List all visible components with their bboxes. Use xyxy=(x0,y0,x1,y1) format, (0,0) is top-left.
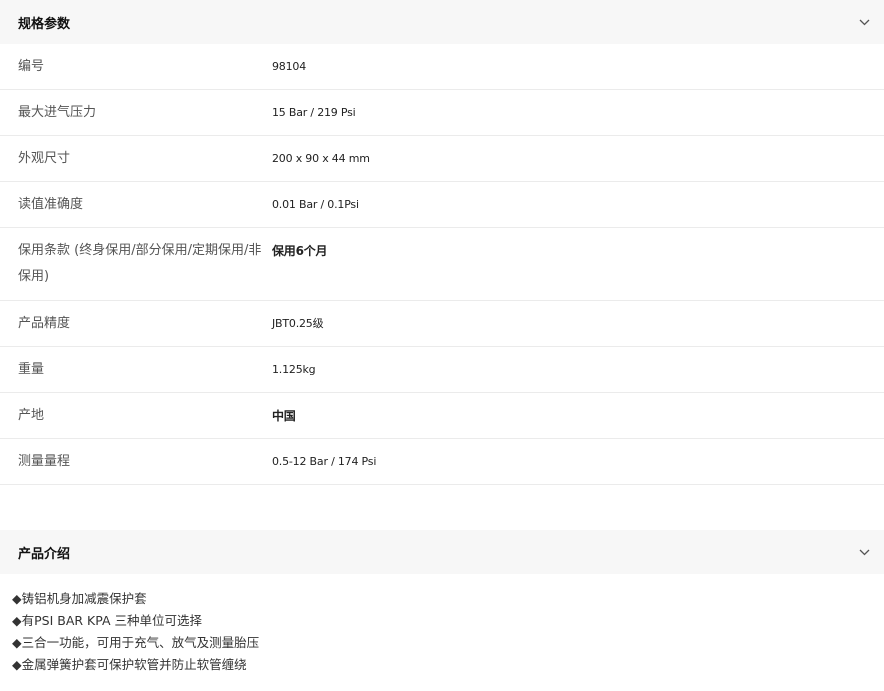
spec-value: 0.01 Bar / 0.1Psi xyxy=(272,197,359,211)
spec-value: 中国 xyxy=(272,408,296,423)
intro-list: ◆铸铝机身加减震保护套 ◆有PSI BAR KPA 三种单位可选择 ◆三合一功能… xyxy=(0,574,884,676)
spec-label: 测量量程 xyxy=(18,453,71,469)
spec-label: 产地 xyxy=(18,407,45,423)
spec-value: 0.5-12 Bar / 174 Psi xyxy=(272,454,377,468)
intro-item: ◆三合一功能，可用于充气、放气及测量胎压 xyxy=(12,635,260,650)
spec-row-max-pressure: 最大进气压力 15 Bar / 219 Psi xyxy=(0,90,884,136)
intro-section-title: 产品介绍 xyxy=(18,546,71,562)
spec-value: 1.125kg xyxy=(272,362,316,376)
intro-item: ◆有PSI BAR KPA 三种单位可选择 xyxy=(12,613,202,628)
spec-row-id: 编号 98104 xyxy=(0,44,884,90)
spec-table: 编号 98104 最大进气压力 15 Bar / 219 Psi 外观尺寸 20… xyxy=(0,44,884,485)
spec-row-dimensions: 外观尺寸 200 x 90 x 44 mm xyxy=(0,136,884,182)
intro-section-header[interactable]: 产品介绍 xyxy=(0,530,884,574)
chevron-down-icon[interactable] xyxy=(858,546,870,558)
spec-row-precision: 产品精度 JBT0.25级 xyxy=(0,301,884,347)
spec-value: 保用6个月 xyxy=(272,244,328,258)
spec-row-weight: 重量 1.125kg xyxy=(0,347,884,393)
spec-label: 产品精度 xyxy=(18,315,71,331)
spec-section-header[interactable]: 规格参数 xyxy=(0,0,884,44)
spec-section: 规格参数 编号 98104 最大进气压力 15 Bar / 219 Psi 外观… xyxy=(0,0,884,485)
spec-label: 重量 xyxy=(18,361,45,377)
spec-value: 15 Bar / 219 Psi xyxy=(272,105,356,119)
spec-label: 编号 xyxy=(18,58,45,74)
spec-label: 外观尺寸 xyxy=(18,150,71,166)
intro-section: 产品介绍 ◆铸铝机身加减震保护套 ◆有PSI BAR KPA 三种单位可选择 ◆… xyxy=(0,530,884,676)
intro-item: ◆金属弹簧护套可保护软管并防止软管缠绕 xyxy=(12,657,247,672)
spec-label: 最大进气压力 xyxy=(18,104,97,120)
spec-row-warranty: 保用条款 (终身保用/部分保用/定期保用/非保用) 保用6个月 xyxy=(0,228,884,301)
chevron-down-icon[interactable] xyxy=(858,16,870,28)
spec-label: 读值准确度 xyxy=(18,196,84,212)
intro-item: ◆铸铝机身加减震保护套 xyxy=(12,591,147,606)
spec-section-title: 规格参数 xyxy=(18,16,71,32)
spec-value: JBT0.25级 xyxy=(272,316,324,330)
spec-value: 98104 xyxy=(272,59,306,73)
spec-row-range: 测量量程 0.5-12 Bar / 174 Psi xyxy=(0,439,884,485)
spec-row-origin: 产地 中国 xyxy=(0,393,884,439)
spec-row-accuracy: 读值准确度 0.01 Bar / 0.1Psi xyxy=(0,182,884,228)
spec-value: 200 x 90 x 44 mm xyxy=(272,151,370,165)
spec-label: 保用条款 (终身保用/部分保用/定期保用/非保用) xyxy=(18,243,262,284)
